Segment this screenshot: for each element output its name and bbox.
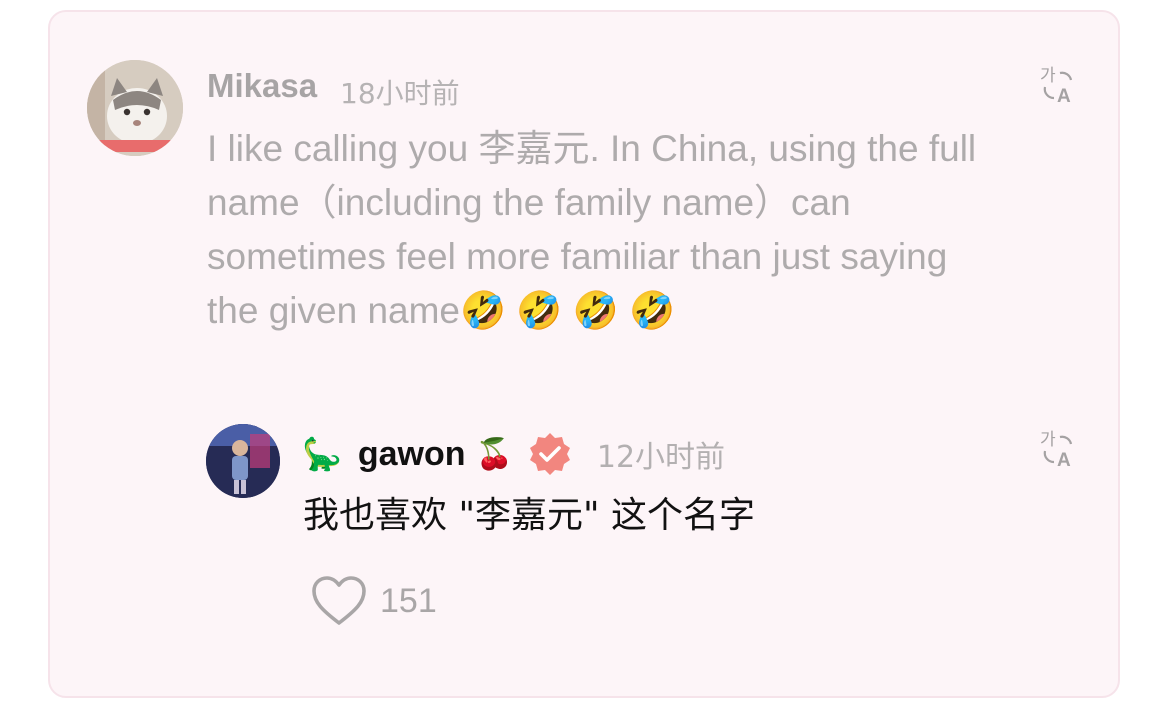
comment-author[interactable]: Mikasa	[207, 67, 317, 105]
avatar[interactable]	[87, 60, 183, 156]
verified-badge-icon	[529, 433, 570, 475]
cat-avatar-image	[87, 60, 183, 156]
translate-icon[interactable]: 가 A	[1038, 428, 1078, 471]
dinosaur-emoji: 🦕	[302, 435, 342, 473]
svg-text:가: 가	[1040, 430, 1056, 450]
reply-timestamp: 12小时前	[596, 440, 726, 475]
svg-text:A: A	[1057, 450, 1071, 468]
person-avatar-image	[206, 424, 280, 498]
reply-author[interactable]: gawon	[358, 435, 466, 474]
comment-card	[48, 10, 1120, 698]
comment-body: I like calling you 李嘉元. In China, using …	[207, 128, 977, 331]
svg-text:A: A	[1057, 86, 1071, 104]
reply-header: 🦕 gawon 🍒 12小时前	[302, 430, 725, 478]
like-button[interactable]: 151	[310, 574, 437, 628]
cherry-emoji: 🍒	[475, 436, 513, 472]
comment-timestamp: 18小时前	[340, 77, 460, 110]
svg-text:가: 가	[1040, 66, 1056, 86]
reply-body: 我也喜欢 "李嘉元" 这个名字	[303, 495, 756, 536]
heart-icon	[312, 576, 366, 625]
translate-icon[interactable]: 가 A	[1038, 64, 1078, 107]
like-count: 151	[380, 581, 437, 620]
avatar[interactable]	[206, 424, 280, 498]
